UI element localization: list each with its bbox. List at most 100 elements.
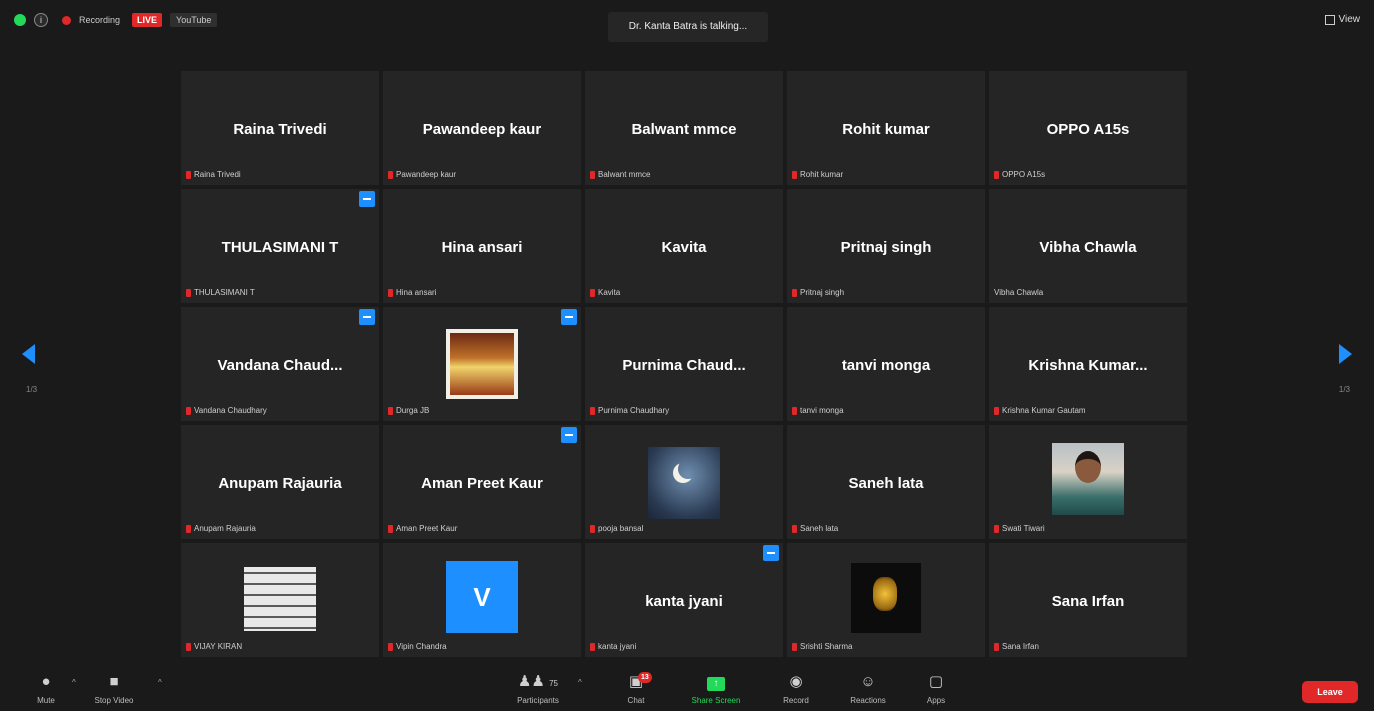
participant-tile[interactable]: Saneh lata Saneh lata [787,425,985,539]
recording-icon [62,15,71,25]
profile-picture [648,447,720,519]
video-options-caret-icon[interactable]: ^ [158,678,162,687]
participant-name-label: VIJAY KIRAN [186,642,242,651]
mic-muted-icon [590,642,595,651]
participant-name-label: tanvi monga [792,406,844,415]
participant-tile[interactable]: Rohit kumar Rohit kumar [787,71,985,185]
live-badge[interactable]: LIVE [132,13,163,27]
participants-options-caret-icon[interactable]: ^ [578,678,582,687]
participant-display-name: Saneh lata [848,475,924,492]
participant-tile[interactable]: Pawandeep kaur Pawandeep kaur [383,71,581,185]
record-button[interactable]: ◉ Record [766,673,826,706]
participant-display-name: Sana Irfan [1051,593,1125,610]
meeting-status-group: i Recording LIVE YouTube [14,13,218,27]
mic-muted-icon [792,406,797,415]
participant-display-name: Pritnaj singh [840,239,932,256]
mic-muted-icon [388,642,393,651]
page-indicator-right: 1/3 [1338,385,1350,394]
chat-button[interactable]: ▣ 13 Chat [606,672,666,705]
participant-display-name: Vibha Chawla [1039,239,1137,256]
profile-picture [446,329,518,399]
participant-name-label: Vandana Chaudhary [186,406,267,415]
participant-tile[interactable]: Vandana Chaud... Vandana Chaudhary [181,307,379,421]
share-screen-button[interactable]: ↑ Share Screen [686,674,746,705]
participant-tile[interactable]: Srishti Sharma [787,543,985,657]
participant-tile[interactable]: OPPO A15s OPPO A15s [989,71,1187,185]
security-shield-icon[interactable] [14,14,26,26]
raised-hand-icon [359,191,375,207]
participant-display-name: Krishna Kumar... [1028,357,1148,374]
participant-display-name: Aman Preet Kaur [421,475,543,492]
meeting-info-icon[interactable]: i [34,13,48,27]
reactions-button[interactable]: ☺ Reactions [838,674,898,706]
profile-picture [851,563,921,633]
participant-display-name: THULASIMANI T [221,239,339,256]
participant-display-name: Balwant mmce [631,121,737,138]
raised-hand-icon [763,545,779,561]
previous-page-arrow-icon[interactable] [22,344,35,364]
participant-tile[interactable]: Swati Tiwari [989,425,1187,539]
profile-picture [244,567,316,631]
mic-muted-icon [994,642,999,651]
participant-name-label: Kavita [590,288,620,297]
talking-indicator: Dr. Kanta Batra is talking... [608,12,768,42]
participant-tile[interactable]: Hina ansari Hina ansari [383,189,581,303]
live-platform-dropdown[interactable]: YouTube [170,13,218,27]
participant-name-label: THULASIMANI T [186,288,255,297]
audio-options-caret-icon[interactable]: ^ [72,678,76,687]
view-label: View [1338,14,1361,25]
chat-unread-badge: 13 [638,672,652,683]
participant-tile[interactable]: Sana Irfan Sana Irfan [989,543,1187,657]
mic-muted-icon [590,524,595,533]
participant-name-label: Balwant mmce [590,170,650,179]
microphone-icon: ● [41,673,51,690]
participants-button[interactable]: ♟♟ 75 Participants [508,673,568,706]
mic-muted-icon [388,170,393,179]
participants-icon: ♟♟ 75 [518,673,558,690]
mic-muted-icon [994,170,999,179]
participant-tile[interactable]: Pritnaj singh Pritnaj singh [787,189,985,303]
participant-display-name: Hina ansari [441,239,523,256]
record-icon: ◉ [789,673,803,690]
mic-muted-icon [994,406,999,415]
mic-muted-icon [590,170,595,179]
participant-tile[interactable]: Purnima Chaud... Purnima Chaudhary [585,307,783,421]
participant-tile[interactable]: pooja bansal [585,425,783,539]
participant-tile[interactable]: Anupam Rajauria Anupam Rajauria [181,425,379,539]
apps-button[interactable]: ▢ Apps [906,674,966,706]
video-camera-icon: ■ [109,673,119,690]
mic-muted-icon [186,524,191,533]
profile-picture [1052,443,1124,515]
participant-tile[interactable]: Durga JB [383,307,581,421]
participant-tile[interactable]: VIJAY KIRAN [181,543,379,657]
participant-display-name: Kavita [661,239,707,256]
participant-tile[interactable]: THULASIMANI T THULASIMANI T [181,189,379,303]
participant-tile[interactable]: tanvi monga tanvi monga [787,307,985,421]
mic-muted-icon [186,170,191,179]
participant-tile[interactable]: Kavita Kavita [585,189,783,303]
participant-name-label: Saneh lata [792,524,838,533]
participant-tile[interactable]: Vibha Chawla Vibha Chawla [989,189,1187,303]
leave-button[interactable]: Leave [1302,681,1358,703]
participant-display-name: Rohit kumar [842,121,930,138]
participant-name-label: Srishti Sharma [792,642,852,651]
mute-button[interactable]: ● Mute [16,673,76,706]
participant-tile[interactable]: V Vipin Chandra [383,543,581,657]
page-indicator-left: 1/3 [26,385,38,394]
participant-display-name: Anupam Rajauria [218,475,342,492]
mic-muted-icon [590,406,595,415]
participant-tile[interactable]: Krishna Kumar... Krishna Kumar Gautam [989,307,1187,421]
stop-video-button[interactable]: ■ Stop Video [84,673,144,706]
mic-muted-icon [994,524,999,533]
participant-tile[interactable]: Raina Trivedi Raina Trivedi [181,71,379,185]
participant-tile[interactable]: kanta jyani kanta jyani [585,543,783,657]
participant-name-label: Rohit kumar [792,170,843,179]
view-button[interactable]: View [1324,14,1361,25]
participant-tile[interactable]: Aman Preet Kaur Aman Preet Kaur [383,425,581,539]
mic-muted-icon [792,288,797,297]
participant-name-label: Vibha Chawla [994,288,1044,297]
mic-muted-icon [792,170,797,179]
next-page-arrow-icon[interactable] [1339,344,1352,364]
participant-tile[interactable]: Balwant mmce Balwant mmce [585,71,783,185]
participant-name-label: Hina ansari [388,288,436,297]
